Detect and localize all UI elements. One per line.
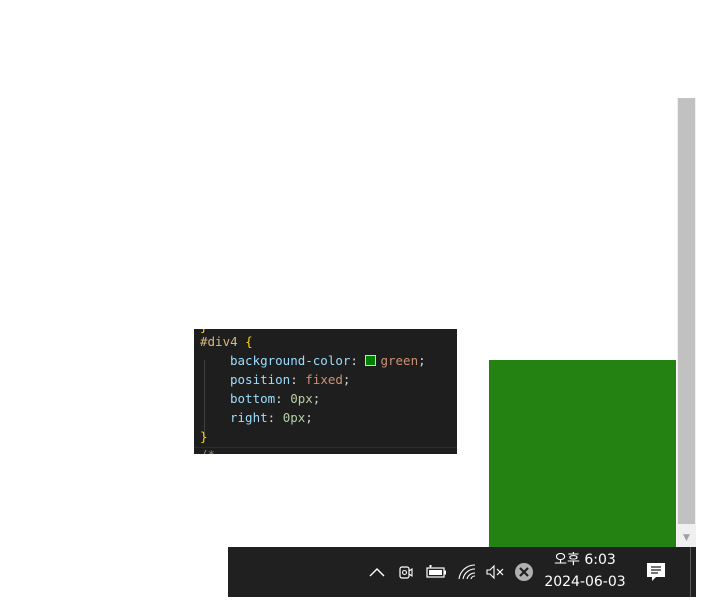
code-line-right: right: 0px; [230,410,313,425]
div4-green-box [489,360,676,547]
css-value: green [380,353,419,368]
scroll-down-arrow-icon[interactable]: ▼ [677,532,696,544]
css-value: fixed [305,372,343,387]
battery-icon[interactable] [424,547,448,597]
show-desktop-button[interactable] [690,547,691,597]
css-selector: #div4 [200,334,238,349]
css-property: bottom [230,391,276,406]
clock-time: 오후 6:03 [554,552,616,568]
code-line-selector: #div4 { [200,332,253,351]
open-brace: { [245,334,253,349]
scrollbar-thumb[interactable] [678,98,695,524]
css-property: position [230,372,291,387]
clock-date: 2024-06-03 [544,574,626,590]
code-line-position: position: fixed; [230,372,351,387]
code-partial-comment: /* [200,445,215,454]
css-property: background-color [230,353,351,368]
indent-guide [204,360,205,436]
webcam-icon[interactable] [396,547,416,597]
error-close-icon[interactable] [513,547,535,597]
page: ▼ } #div4 { background-color: green; pos… [0,0,701,603]
css-value: 0px [282,410,306,425]
show-hidden-icons-chevron-icon[interactable] [366,547,388,597]
action-center-icon[interactable] [644,547,668,597]
code-line-separator [194,447,457,448]
css-value: 0px [290,391,313,406]
code-line-close: } [200,427,208,446]
vertical-scrollbar[interactable]: ▼ [677,98,696,547]
code-snippet-panel: } #div4 { background-color: green; posit… [194,329,457,454]
code-line-background-color: background-color: green; [230,353,426,368]
taskbar-clock[interactable]: 오후 6:03 2024-06-03 [540,549,630,595]
wifi-icon[interactable] [456,547,478,597]
taskbar: 오후 6:03 2024-06-03 [228,547,696,597]
volume-muted-icon[interactable] [484,547,506,597]
color-swatch-icon[interactable] [365,355,377,366]
css-property: right [230,410,268,425]
close-brace: } [200,429,208,444]
code-line-bottom: bottom: 0px; [230,391,321,406]
